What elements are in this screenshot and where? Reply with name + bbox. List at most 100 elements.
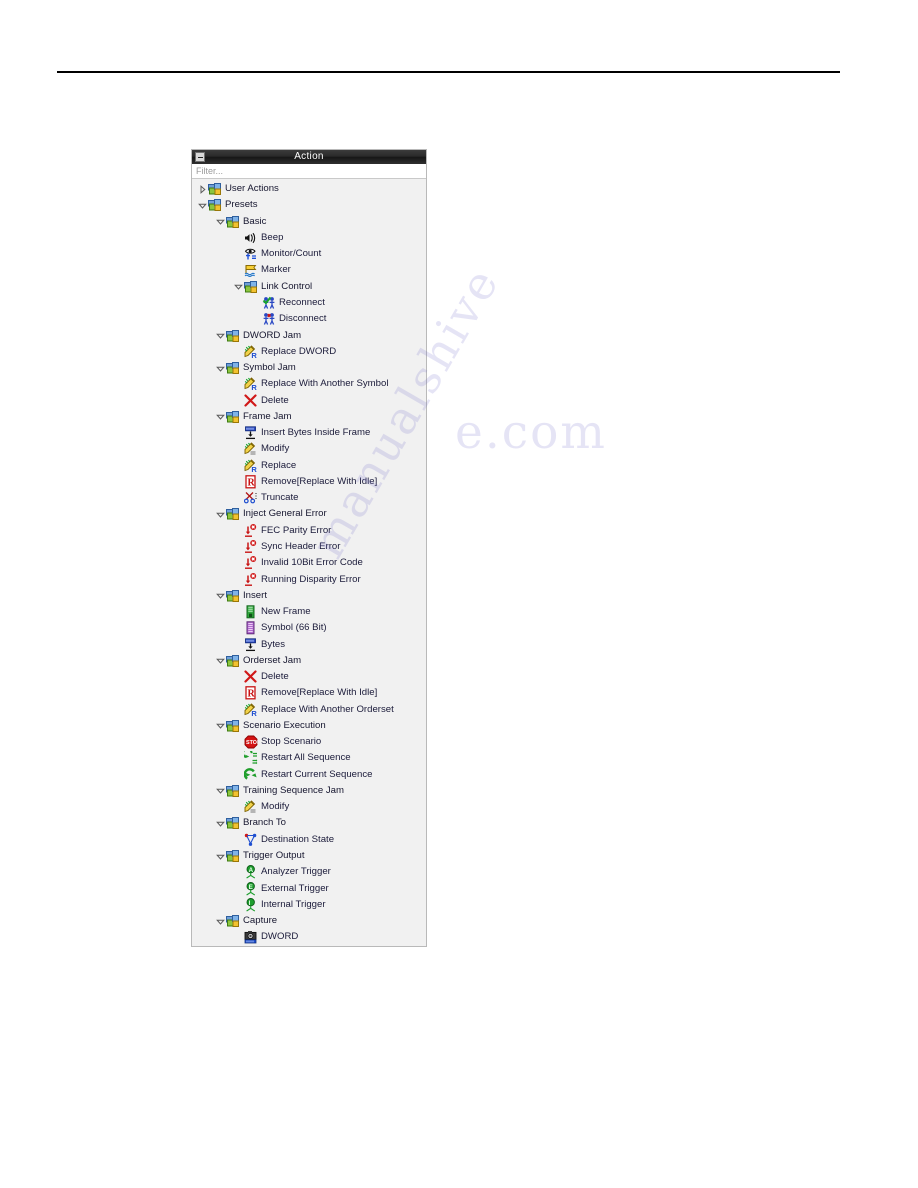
tree-node[interactable]: Trigger Output <box>192 848 426 864</box>
tree-node-label: User Actions <box>225 183 279 195</box>
disconnect-icon <box>262 312 276 326</box>
tree-node[interactable]: DWORD Jam <box>192 327 426 343</box>
tree-node-label: Beep <box>261 231 284 243</box>
tree-node[interactable]: Invalid 10Bit Error Code <box>192 555 426 571</box>
chevron-down-icon[interactable] <box>215 363 226 374</box>
folder-group-icon <box>226 507 240 521</box>
tree-node-label: Link Control <box>261 280 313 292</box>
tree-node[interactable]: Modify <box>192 441 426 457</box>
tree-node[interactable]: Monitor/Count <box>192 246 426 262</box>
tree-node[interactable]: R Replace <box>192 458 426 474</box>
tree-node[interactable]: R Replace DWORD <box>192 344 426 360</box>
folder-group-icon <box>226 914 240 928</box>
action-tree: User Actions Presets Basic Beep Monitor/Coun… <box>192 179 426 945</box>
tree-node[interactable]: Symbol (66 Bit) <box>192 620 426 636</box>
tree-node[interactable]: E External Trigger <box>192 880 426 896</box>
folder-group-icon <box>226 654 240 668</box>
tree-node-label: External Trigger <box>261 882 329 894</box>
tree-node-label: Replace With Another Symbol <box>261 378 389 390</box>
tree-node[interactable]: Destination State <box>192 832 426 848</box>
tree-node-label: Frame Jam <box>243 410 292 422</box>
tree-node[interactable]: Restart All Sequence <box>192 750 426 766</box>
tree-node-label: Restart All Sequence <box>261 752 351 764</box>
svg-text:A: A <box>249 867 254 874</box>
tree-node[interactable]: Capture <box>192 913 426 929</box>
error-inject-icon <box>244 572 258 587</box>
chevron-down-icon[interactable] <box>233 281 244 292</box>
tree-node[interactable]: Bytes <box>192 636 426 652</box>
tree-node-label: Bytes <box>261 638 285 650</box>
tree-node[interactable]: STOPStop Scenario <box>192 734 426 750</box>
tree-node[interactable]: Inject General Error <box>192 506 426 522</box>
filter-input[interactable] <box>196 166 396 176</box>
tree-node[interactable]: Basic <box>192 214 426 230</box>
error-inject-icon <box>244 539 258 554</box>
tree-node[interactable]: Beep <box>192 230 426 246</box>
chevron-down-icon[interactable] <box>215 509 226 520</box>
tree-node[interactable]: Running Disparity Error <box>192 571 426 587</box>
tree-node[interactable]: Disconnect <box>192 311 426 327</box>
tree-node[interactable]: User Actions <box>192 181 426 197</box>
chevron-down-icon[interactable] <box>215 851 226 862</box>
chevron-down-icon[interactable] <box>215 720 226 731</box>
tree-node[interactable]: Orderset Jam <box>192 653 426 669</box>
tree-node[interactable]: R Remove[Replace With Idle] <box>192 474 426 490</box>
tree-node[interactable]: Delete <box>192 669 426 685</box>
page-header-rule <box>57 71 840 73</box>
folder-group-icon <box>226 361 240 375</box>
tree-node-label: Presets <box>225 199 258 211</box>
tree-node[interactable]: Scenario Execution <box>192 718 426 734</box>
tree-node[interactable]: Presets <box>192 197 426 213</box>
tree-node[interactable]: Modify <box>192 799 426 815</box>
chevron-down-icon[interactable] <box>215 655 226 666</box>
tree-node[interactable]: R Replace With Another Orderset <box>192 702 426 718</box>
tree-node[interactable]: DWORD <box>192 929 426 945</box>
tree-node[interactable]: FEC Parity Error <box>192 523 426 539</box>
tree-node[interactable]: Delete <box>192 392 426 408</box>
symbol-icon <box>244 621 258 635</box>
marker-flag-icon <box>244 263 258 278</box>
folder-group-icon <box>208 198 222 212</box>
tree-node[interactable]: Insert <box>192 588 426 604</box>
svg-text:R: R <box>248 689 256 700</box>
tree-node[interactable]: Insert Bytes Inside Frame <box>192 425 426 441</box>
tree-node-label: Trigger Output <box>243 850 305 862</box>
speaker-sound-icon <box>244 231 258 245</box>
tree-node[interactable]: R Remove[Replace With Idle] <box>192 685 426 701</box>
chevron-right-icon[interactable] <box>197 184 208 195</box>
tree-node[interactable]: Training Sequence Jam <box>192 783 426 799</box>
tree-node[interactable]: Truncate <box>192 490 426 506</box>
tree-node[interactable]: R Replace With Another Symbol <box>192 376 426 392</box>
tree-node[interactable]: Link Control <box>192 279 426 295</box>
tree-node[interactable]: Reconnect <box>192 295 426 311</box>
tree-node-label: DWORD <box>261 931 299 943</box>
tree-node[interactable]: Symbol Jam <box>192 360 426 376</box>
tree-node[interactable]: Sync Header Error <box>192 539 426 555</box>
chevron-down-icon[interactable] <box>215 785 226 796</box>
chevron-down-icon[interactable] <box>215 411 226 422</box>
replace-pencil-icon: R <box>244 345 258 359</box>
svg-text:STOP: STOP <box>246 740 258 746</box>
tree-node[interactable]: Frame Jam <box>192 409 426 425</box>
folder-group-icon <box>226 784 240 798</box>
tree-node[interactable]: Restart Current Sequence <box>192 767 426 783</box>
chevron-down-icon[interactable] <box>197 200 208 211</box>
chevron-down-icon[interactable] <box>215 818 226 829</box>
tree-node-label: Replace <box>261 459 297 471</box>
tree-node[interactable]: A Analyzer Trigger <box>192 864 426 880</box>
chevron-down-icon[interactable] <box>215 590 226 601</box>
chevron-down-icon[interactable] <box>215 216 226 227</box>
tree-node[interactable]: New Frame <box>192 604 426 620</box>
tree-node[interactable]: Marker <box>192 262 426 278</box>
minimize-icon[interactable] <box>195 152 205 162</box>
chevron-down-icon[interactable] <box>215 330 226 341</box>
tree-node[interactable]: I Internal Trigger <box>192 897 426 913</box>
chevron-down-icon[interactable] <box>215 916 226 927</box>
tree-node[interactable]: Branch To <box>192 815 426 831</box>
